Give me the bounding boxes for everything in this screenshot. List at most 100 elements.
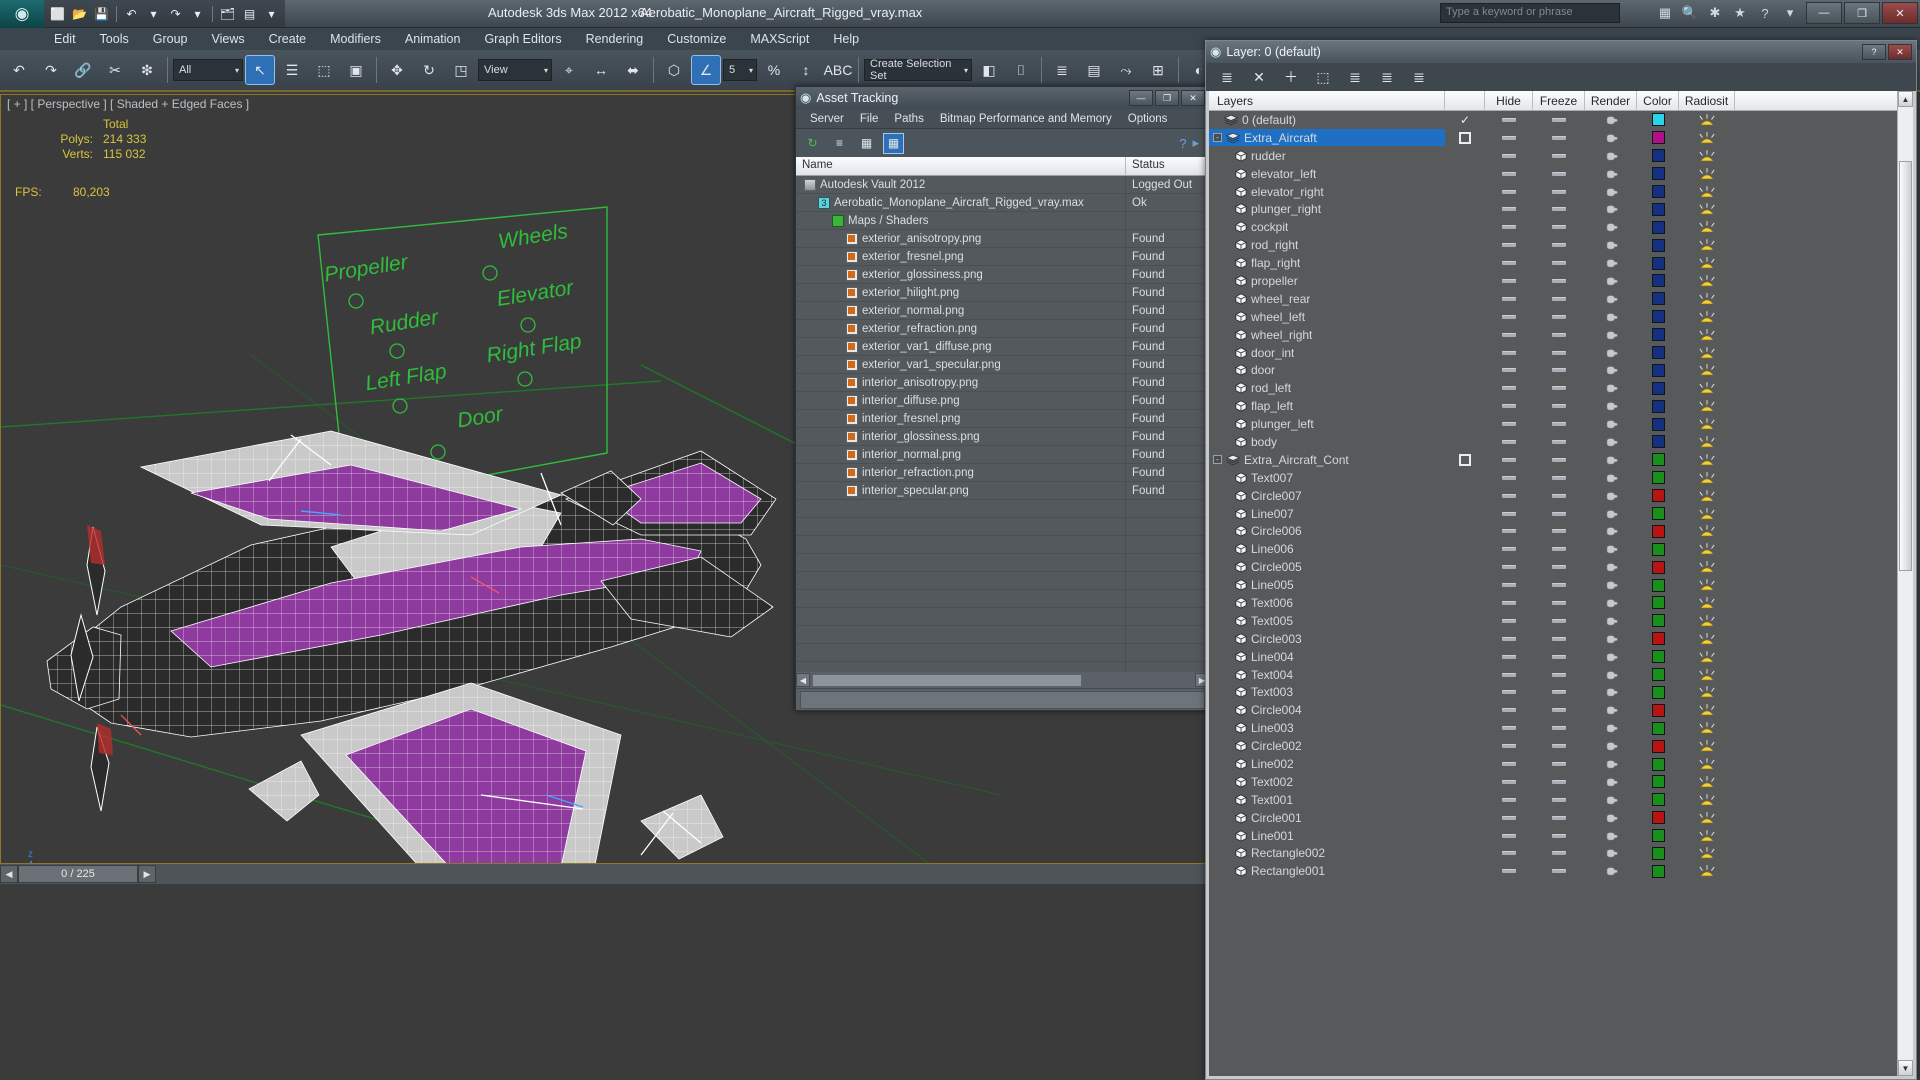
freeze-toggle-icon[interactable] (1552, 869, 1566, 873)
layer-hide-cell[interactable] (1485, 416, 1533, 433)
layer-row[interactable]: plunger_right (1209, 200, 1897, 218)
menu-item-modifiers[interactable]: Modifiers (318, 30, 393, 48)
layer-freeze-cell[interactable] (1533, 791, 1585, 808)
layer-hide-cell[interactable] (1485, 362, 1533, 379)
render-teapot-icon[interactable] (1604, 633, 1619, 645)
layer-hide-cell[interactable] (1485, 183, 1533, 200)
undo-button[interactable]: ↶ (4, 55, 34, 85)
layer-name-cell[interactable]: door_int (1209, 344, 1445, 361)
freeze-toggle-icon[interactable] (1552, 118, 1566, 122)
layer-radiosity-cell[interactable] (1679, 505, 1735, 522)
layer-row[interactable]: elevator_right (1209, 183, 1897, 201)
layer-hide-cell[interactable] (1485, 290, 1533, 307)
layer-column-mark[interactable] (1445, 91, 1485, 110)
favorites-icon[interactable]: ★ (1730, 3, 1750, 23)
close-button[interactable]: ✕ (1882, 2, 1918, 24)
save-file-icon[interactable]: 💾 (92, 4, 111, 23)
layer-current-cell[interactable] (1445, 362, 1485, 379)
layer-color-cell[interactable] (1637, 541, 1679, 558)
render-teapot-icon[interactable] (1604, 454, 1619, 466)
layer-freeze-cell[interactable] (1533, 612, 1585, 629)
layer-current-cell[interactable] (1445, 129, 1485, 146)
layer-hide-cell[interactable] (1485, 827, 1533, 844)
vscroll-up-button[interactable]: ▲ (1898, 91, 1913, 107)
layer-hide-cell[interactable] (1485, 666, 1533, 683)
layer-render-cell[interactable] (1585, 255, 1637, 272)
freeze-toggle-icon[interactable] (1552, 154, 1566, 158)
layer-name-cell[interactable]: plunger_left (1209, 416, 1445, 433)
nav-icon[interactable]: ▸ (1192, 135, 1199, 151)
layer-radiosity-cell[interactable] (1679, 684, 1735, 701)
layer-freeze-cell[interactable] (1533, 362, 1585, 379)
layer-render-cell[interactable] (1585, 272, 1637, 289)
color-swatch[interactable] (1652, 292, 1665, 305)
layer-color-cell[interactable] (1637, 308, 1679, 325)
layer-color-cell[interactable] (1637, 398, 1679, 415)
radiosity-icon[interactable] (1698, 399, 1716, 413)
layer-hide-cell[interactable] (1485, 237, 1533, 254)
layer-freeze-cell[interactable] (1533, 201, 1585, 218)
freeze-toggle-icon[interactable] (1552, 351, 1566, 355)
layer-radiosity-cell[interactable] (1679, 362, 1735, 379)
hide-toggle-icon[interactable] (1502, 458, 1516, 462)
layer-row[interactable]: Circle002 (1209, 737, 1897, 755)
layer-color-cell[interactable] (1637, 219, 1679, 236)
layer-freeze-cell[interactable] (1533, 756, 1585, 773)
layer-hide-cell[interactable] (1485, 702, 1533, 719)
layer-freeze-cell[interactable] (1533, 255, 1585, 272)
layer-row[interactable]: Text006 (1209, 594, 1897, 612)
select-objects-in-layer-icon[interactable]: ⬚ (1312, 66, 1334, 88)
color-swatch[interactable] (1652, 400, 1665, 413)
layer-color-cell[interactable] (1637, 505, 1679, 522)
layer-hide-cell[interactable] (1485, 326, 1533, 343)
asset-tracking-hscrollbar[interactable]: ◀ ▶ (796, 672, 1209, 688)
curve-editor-button[interactable]: ⤳ (1111, 55, 1141, 85)
layer-current-cell[interactable] (1445, 147, 1485, 164)
help-button[interactable]: ? (1862, 44, 1886, 60)
layer-radiosity-cell[interactable] (1679, 398, 1735, 415)
layer-hide-cell[interactable] (1485, 272, 1533, 289)
layer-color-cell[interactable] (1637, 845, 1679, 862)
layer-hide-cell[interactable] (1485, 147, 1533, 164)
color-swatch[interactable] (1652, 471, 1665, 484)
hide-toggle-icon[interactable] (1502, 762, 1516, 766)
table-row[interactable]: interior_specular.pngFound (796, 482, 1209, 500)
layer-radiosity-cell[interactable] (1679, 845, 1735, 862)
layer-render-cell[interactable] (1585, 433, 1637, 450)
redo-dropdown-icon[interactable]: ▾ (188, 4, 207, 23)
hide-toggle-icon[interactable] (1502, 583, 1516, 587)
layer-name-cell[interactable]: Rectangle001 (1209, 863, 1445, 880)
layer-color-cell[interactable] (1637, 738, 1679, 755)
layer-radiosity-cell[interactable] (1679, 541, 1735, 558)
layer-name-cell[interactable]: -Extra_Aircraft_Cont (1209, 451, 1445, 468)
layer-current-cell[interactable] (1445, 451, 1485, 468)
color-swatch[interactable] (1652, 668, 1665, 681)
layer-color-cell[interactable] (1637, 272, 1679, 289)
layer-name-cell[interactable]: Circle004 (1209, 702, 1445, 719)
layer-render-cell[interactable] (1585, 183, 1637, 200)
color-swatch[interactable] (1652, 596, 1665, 609)
render-teapot-icon[interactable] (1604, 758, 1619, 770)
layer-row[interactable]: Line004 (1209, 648, 1897, 666)
layer-row[interactable]: propeller (1209, 272, 1897, 290)
vscroll-down-button[interactable]: ▼ (1898, 1060, 1913, 1076)
layer-radiosity-cell[interactable] (1679, 416, 1735, 433)
color-swatch[interactable] (1652, 185, 1665, 198)
asset-column-name[interactable]: Name (796, 157, 1126, 175)
rectangular-select-region-button[interactable]: ⬚ (309, 55, 339, 85)
layer-name-cell[interactable]: Line004 (1209, 648, 1445, 665)
layer-name-cell[interactable]: Text002 (1209, 773, 1445, 790)
freeze-toggle-icon[interactable] (1552, 708, 1566, 712)
layer-name-cell[interactable]: Text003 (1209, 684, 1445, 701)
search-icon[interactable]: 🔍 (1680, 3, 1700, 23)
angle-snap-value[interactable]: 5 (723, 59, 757, 81)
freeze-toggle-icon[interactable] (1552, 798, 1566, 802)
layer-radiosity-cell[interactable] (1679, 165, 1735, 182)
color-swatch[interactable] (1652, 525, 1665, 538)
edit-named-selection-sets-button[interactable]: ABC (823, 55, 853, 85)
layer-radiosity-cell[interactable] (1679, 612, 1735, 629)
menu-item-group[interactable]: Group (141, 30, 200, 48)
layer-hide-cell[interactable] (1485, 594, 1533, 611)
table-row[interactable]: interior_anisotropy.pngFound (796, 374, 1209, 392)
layer-hide-cell[interactable] (1485, 756, 1533, 773)
